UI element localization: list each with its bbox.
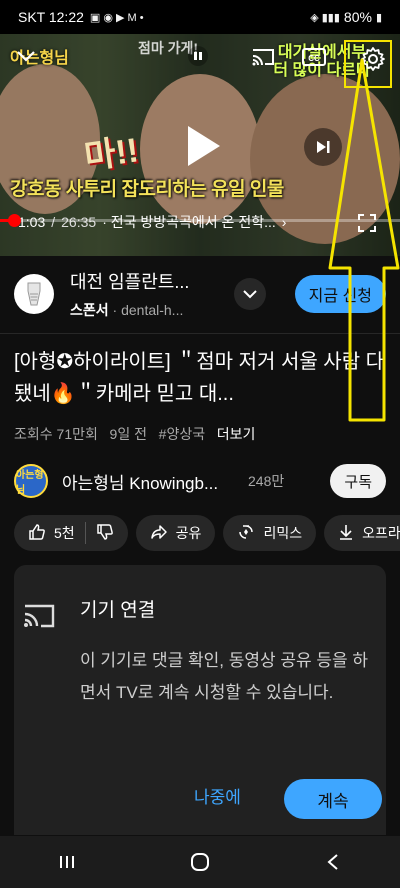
cast-icon (22, 601, 58, 629)
video-player[interactable]: 아는형님 점마 가게! 대기실에서부터 많이 다르다 마!! 강호동 사투리 잡… (0, 34, 400, 256)
progress-bar[interactable] (0, 219, 400, 222)
continue-button[interactable]: 계속 (284, 779, 382, 819)
progress-scrubber[interactable] (8, 214, 21, 227)
video-title[interactable]: [아형✪하이라이트] ＂점마 저거 서울 사람 다 됐네🔥＂카메라 믿고 대..… (14, 346, 386, 410)
chapter-chevron-icon[interactable]: › (282, 214, 287, 230)
ad-logo-icon (14, 274, 54, 314)
notification-icons: ▣ ◉ ▶ M • (89, 11, 144, 24)
system-nav-bar (0, 836, 400, 888)
chapter-title[interactable]: · 전국 방방곡곡에서 온 전학... (102, 212, 276, 232)
dislike-icon[interactable] (96, 523, 114, 544)
more-link[interactable]: 더보기 (217, 426, 256, 442)
like-icon[interactable] (28, 523, 46, 544)
thumbnail-caption: 강호동 사투리 잡도리하는 유일 인물 (10, 179, 284, 200)
remix-icon (237, 523, 255, 544)
thumbnail-ma-text: 마!! (82, 131, 141, 177)
video-meta[interactable]: 조회수 71만회 9일 전 #양상국 더보기 (14, 424, 255, 444)
status-bar: SKT 12:22 ▣ ◉ ▶ M • ◈ ▮▮▮ 80% ▮ (0, 0, 400, 34)
battery-level: 80% (343, 9, 372, 25)
download-icon (338, 523, 354, 544)
sponsored-ad[interactable]: 대전 임플란트... 스폰서 · dental-h... 지금 신청 (0, 256, 400, 332)
upload-age: 9일 전 (109, 426, 147, 442)
ad-sponsor-url: dental-h... (121, 302, 184, 318)
sheet-body: 이 기기로 댓글 확인, 동영상 공유 등을 하면서 TV로 계속 시청할 수 … (80, 651, 369, 702)
svg-text:CC: CC (308, 54, 320, 63)
captions-icon[interactable]: CC (302, 46, 326, 68)
battery-icon: ▮ (375, 11, 382, 24)
cast-icon[interactable] (250, 46, 276, 68)
carrier-time: SKT 12:22 (18, 9, 84, 25)
fullscreen-icon[interactable] (356, 212, 378, 234)
ad-expand-chevron-icon[interactable] (234, 278, 266, 310)
connect-device-sheet: 기기 연결 이 기기로 댓글 확인, 동영상 공유 등을 하면서 TV로 계속 … (14, 565, 386, 835)
time-display: 1:03 / 26:35 · 전국 방방곡곡에서 온 전학... › (18, 212, 287, 232)
hashtag[interactable]: #양상국 (159, 426, 205, 442)
sheet-title: 기기 연결 (80, 600, 156, 621)
share-icon (150, 524, 168, 543)
action-bar: 5천 공유 리믹스 오프라인 (0, 514, 400, 552)
share-label: 공유 (175, 525, 202, 541)
download-label: 오프라인 (362, 525, 400, 541)
share-button[interactable]: 공유 (135, 515, 216, 551)
time-current: 1:03 (18, 214, 46, 230)
like-dislike-pill: 5천 (14, 515, 128, 551)
ad-sponsor-line: 스폰서 · dental-h... (70, 302, 184, 318)
ad-cta-button[interactable]: 지금 신청 (294, 275, 386, 313)
ad-title[interactable]: 대전 임플란트... (70, 268, 220, 294)
download-button[interactable]: 오프라인 (324, 515, 400, 551)
next-video-icon[interactable] (304, 128, 342, 166)
back-icon[interactable] (313, 842, 353, 882)
later-button[interactable]: 나중에 (194, 783, 241, 808)
ad-sponsor-label: 스폰서 (70, 302, 109, 318)
recents-icon[interactable] (47, 842, 87, 882)
minimize-chevron-icon[interactable] (14, 44, 38, 68)
subscriber-count: 248만 (248, 473, 285, 489)
signal-icon: ◈ ▮▮▮ (310, 11, 340, 24)
home-icon[interactable] (180, 842, 220, 882)
remix-label: 리믹스 (263, 525, 303, 541)
time-total: 26:35 (61, 214, 97, 230)
remix-button[interactable]: 리믹스 (223, 515, 317, 551)
channel-row[interactable]: 아는형님 아는형님 Knowingb... 248만 구독 (0, 459, 400, 503)
like-count[interactable]: 5천 (54, 523, 75, 543)
play-icon[interactable] (180, 124, 224, 168)
divider (0, 333, 400, 334)
channel-name[interactable]: 아는형님 Knowingb... (62, 469, 238, 494)
subscribe-button[interactable]: 구독 (330, 464, 386, 498)
settings-highlight-box (344, 40, 392, 88)
pause-indicator-icon (188, 46, 208, 66)
view-count: 조회수 71만회 (14, 426, 98, 442)
channel-avatar[interactable]: 아는형님 (14, 464, 48, 498)
